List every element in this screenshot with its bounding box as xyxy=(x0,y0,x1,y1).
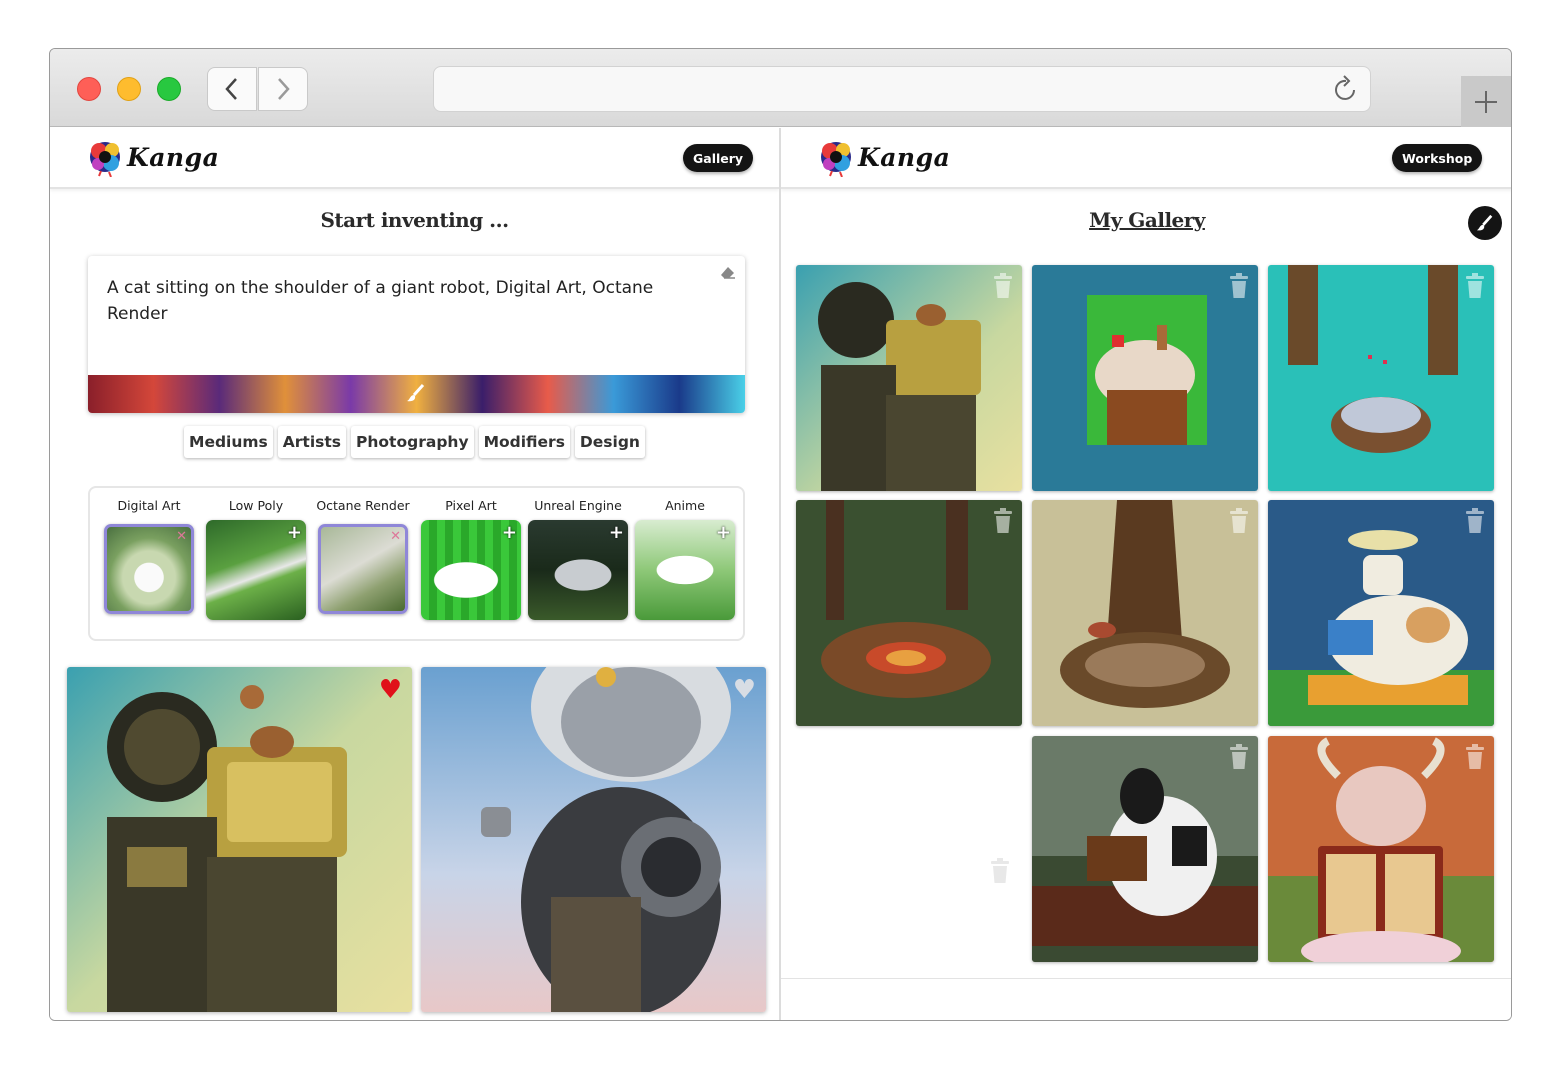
gallery-image xyxy=(1268,265,1494,491)
style-thumbnail[interactable]: + xyxy=(528,520,628,620)
style-label: Unreal Engine xyxy=(534,498,622,513)
style-octane-render[interactable]: Octane Render ✕ xyxy=(311,496,415,614)
gallery-footer-divider xyxy=(781,978,1511,979)
prompt-input[interactable]: A cat sitting on the shoulder of a giant… xyxy=(107,275,707,327)
browser-window: Kanga Gallery Start inventing ... A cat … xyxy=(49,48,1512,1021)
tab-photography[interactable]: Photography xyxy=(351,426,474,458)
workshop-header: Kanga Gallery xyxy=(50,128,779,189)
tab-artists[interactable]: Artists xyxy=(277,426,347,458)
result-image[interactable]: ♥ xyxy=(67,667,412,1012)
gallery-item[interactable] xyxy=(1268,736,1494,962)
gallery-item[interactable] xyxy=(1032,736,1258,962)
new-tab-button[interactable] xyxy=(1461,76,1511,127)
style-pixel-art[interactable]: Pixel Art + xyxy=(419,496,523,620)
gallery-image xyxy=(1032,736,1258,962)
minimize-window-button[interactable] xyxy=(117,77,141,101)
style-label: Pixel Art xyxy=(445,498,497,513)
browser-titlebar xyxy=(50,49,1511,127)
gallery-item[interactable] xyxy=(796,265,1022,491)
gallery-image xyxy=(796,500,1022,726)
back-button[interactable] xyxy=(207,67,257,111)
style-low-poly[interactable]: Low Poly + xyxy=(204,496,308,620)
prompt-banner-art xyxy=(88,375,745,413)
heart-icon-liked[interactable]: ♥ xyxy=(379,677,402,703)
paintbrush-icon[interactable] xyxy=(406,383,426,403)
logo-text: Kanga xyxy=(127,142,220,172)
style-label: Octane Render xyxy=(316,498,410,513)
gallery-item[interactable] xyxy=(1268,500,1494,726)
style-thumbnail[interactable]: + xyxy=(635,520,735,620)
style-thumbnail[interactable]: + xyxy=(421,520,521,620)
gallery-item[interactable] xyxy=(1032,500,1258,726)
kanga-logo-icon xyxy=(821,142,851,177)
logo-text: Kanga xyxy=(858,142,951,172)
address-bar[interactable] xyxy=(433,66,1371,112)
style-thumbnail[interactable]: + xyxy=(206,520,306,620)
trash-icon[interactable] xyxy=(1464,744,1486,770)
page-title: My Gallery xyxy=(1089,208,1205,232)
zoom-window-button[interactable] xyxy=(157,77,181,101)
robot-squirrel-image xyxy=(67,667,412,1012)
kanga-logo[interactable]: Kanga xyxy=(818,137,950,177)
tab-modifiers[interactable]: Modifiers xyxy=(478,426,570,458)
result-image[interactable]: ♥ xyxy=(421,667,766,1012)
tab-mediums[interactable]: Mediums xyxy=(184,426,273,458)
gallery-header: Kanga Workshop xyxy=(781,128,1511,189)
style-unreal-engine[interactable]: Unreal Engine + xyxy=(526,496,630,620)
style-options: Digital Art ✕ Low Poly + Octane Render ✕… xyxy=(88,486,745,641)
trash-icon[interactable] xyxy=(1228,273,1250,299)
category-tabs: Mediums Artists Photography Modifiers De… xyxy=(50,426,779,458)
chevron-left-icon xyxy=(225,78,237,100)
gallery-image xyxy=(1032,500,1258,726)
gallery-nav-button[interactable]: Gallery xyxy=(683,144,754,172)
trash-icon[interactable] xyxy=(1464,508,1486,534)
style-anime[interactable]: Anime + xyxy=(633,496,737,620)
gallery-image xyxy=(1268,736,1494,962)
style-thumbnail[interactable]: ✕ xyxy=(104,524,194,614)
close-window-button[interactable] xyxy=(77,77,101,101)
heart-icon[interactable]: ♥ xyxy=(733,677,756,703)
style-label: Digital Art xyxy=(117,498,181,513)
trash-icon[interactable] xyxy=(992,273,1014,299)
paintbrush-icon xyxy=(1476,214,1493,231)
paintbrush-button[interactable] xyxy=(1468,206,1502,240)
tab-design[interactable]: Design xyxy=(574,426,645,458)
gallery-image xyxy=(1268,500,1494,726)
add-icon[interactable]: + xyxy=(609,522,624,543)
gallery-item[interactable] xyxy=(1032,265,1258,491)
kanga-logo[interactable]: Kanga xyxy=(87,137,219,177)
page-title: Start inventing ... xyxy=(320,208,509,232)
gallery-image xyxy=(796,265,1022,491)
remove-icon[interactable]: ✕ xyxy=(176,529,187,544)
style-digital-art[interactable]: Digital Art ✕ xyxy=(97,496,201,614)
trash-icon[interactable] xyxy=(1228,744,1250,770)
add-icon[interactable]: + xyxy=(287,522,302,543)
workshop-pane: Kanga Gallery Start inventing ... A cat … xyxy=(50,128,779,1020)
gallery-item[interactable] xyxy=(1268,265,1494,491)
add-icon[interactable]: + xyxy=(502,522,517,543)
gallery-item[interactable] xyxy=(796,500,1022,726)
kanga-logo-icon xyxy=(90,142,120,177)
style-thumbnail[interactable]: ✕ xyxy=(318,524,408,614)
eraser-icon[interactable] xyxy=(719,264,737,280)
forward-button[interactable] xyxy=(258,67,308,111)
add-icon[interactable]: + xyxy=(716,522,731,543)
style-label: Low Poly xyxy=(228,498,284,513)
trash-icon[interactable] xyxy=(1464,273,1486,299)
trash-icon[interactable] xyxy=(1228,508,1250,534)
gallery-pane: Kanga Workshop My Gallery xyxy=(781,128,1511,1020)
plus-icon xyxy=(1475,90,1497,113)
gallery-image xyxy=(1032,265,1258,491)
style-label: Anime xyxy=(665,498,705,513)
remove-icon[interactable]: ✕ xyxy=(390,529,401,544)
prompt-card: A cat sitting on the shoulder of a giant… xyxy=(88,256,745,413)
trash-icon[interactable] xyxy=(989,858,1011,884)
trash-icon[interactable] xyxy=(992,508,1014,534)
chevron-right-icon xyxy=(278,78,290,100)
cat-astronaut-image xyxy=(421,667,766,1012)
reload-icon[interactable] xyxy=(1333,75,1359,103)
workshop-nav-button[interactable]: Workshop xyxy=(1392,144,1483,172)
